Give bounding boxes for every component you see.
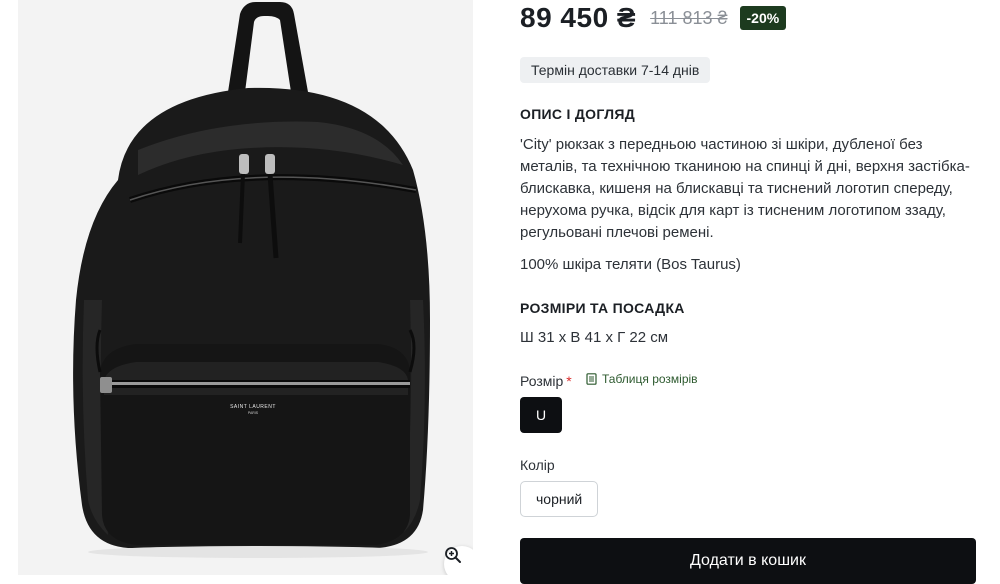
size-table-link[interactable]: Таблиця розмірів [586,372,698,386]
product-gallery: SAINT LAURENT PARIS [18,0,473,575]
description-title: ОПИС І ДОГЛЯД [520,106,636,122]
product-image: SAINT LAURENT PARIS [73,2,430,558]
product-brand-print: SAINT LAURENT [230,404,276,410]
sizing-title: РОЗМІРИ ТА ПОСАДКА [520,300,685,316]
zoom-in-icon [445,547,461,563]
size-option-u[interactable]: U [520,397,562,433]
current-price: 89 450 ₴ [520,2,637,33]
description-text: 'City' рюкзак з передньою частиною зі шк… [520,136,970,241]
required-mark: * [566,373,572,389]
discount-badge: -20% [739,6,787,30]
color-option-black[interactable]: чорний [520,481,599,517]
material-text: 100% шкіра теляти (Bos Taurus) [520,256,741,273]
product-brand-print-sub: PARIS [248,411,259,415]
zoom-button[interactable] [444,546,473,575]
add-to-cart-button[interactable]: Додати в кошик [520,538,976,584]
delivery-badge: Термін доставки 7-14 днів [520,57,711,83]
size-label-row: Розмір * [520,373,572,389]
price-row: 89 450 ₴ 111 813 ₴ -20% [520,2,787,34]
size-label: Розмір [520,373,564,389]
color-label: Колір [520,457,555,473]
size-table-label: Таблиця розмірів [602,372,698,386]
old-price: 111 813 ₴ [650,7,728,28]
size-table-icon [586,373,597,385]
dimensions-text: Ш 31 x В 41 x Г 22 см [520,329,669,346]
